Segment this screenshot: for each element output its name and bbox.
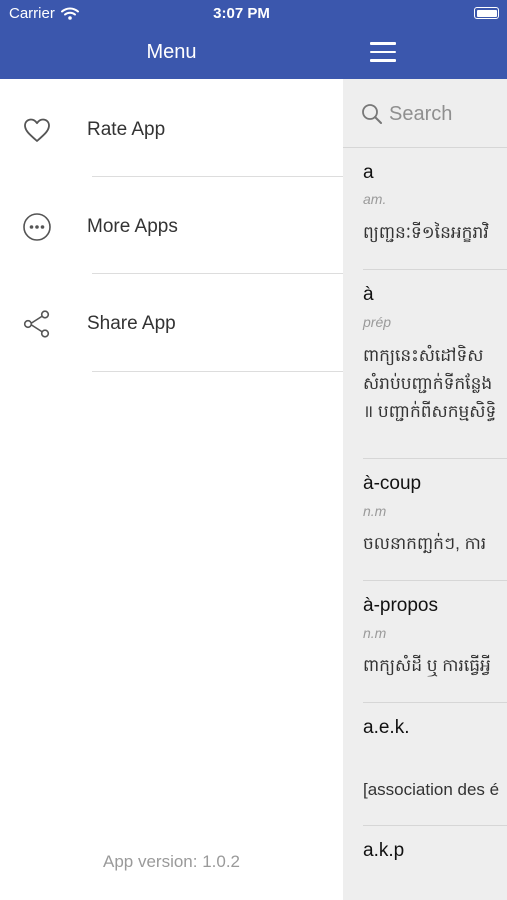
entry-part-of-speech: n.m <box>363 625 387 641</box>
divider <box>92 371 343 372</box>
entry-part-of-speech: am. <box>363 191 387 207</box>
menu-title: Menu <box>146 41 197 63</box>
share-icon <box>23 309 50 338</box>
search-icon <box>362 104 382 124</box>
divider <box>92 176 343 177</box>
search-bar <box>343 79 507 148</box>
heart-icon <box>24 118 50 142</box>
entry-definition: [association des é <box>363 780 500 799</box>
menu-header: Carrier 3:07 PM Menu <box>0 0 343 79</box>
app-version: App version: 1.0.2 <box>102 852 241 871</box>
entry-definition: ពាក្យនេះសំដៅទិស <box>363 346 484 365</box>
entry-definition: ॥ បញ្ជាក់ពីសកម្មសិទ្ធិ <box>363 402 497 421</box>
menu-item-share-app[interactable]: Share App <box>0 275 343 372</box>
entry-word: à-coup <box>363 473 422 494</box>
entry-word: a.e.k. <box>363 717 410 738</box>
entry-part-of-speech: prép <box>363 314 392 330</box>
dictionary-entry[interactable]: à-propos n.m ពាក្យសំដី ឬ ការធ្វើអ្វី <box>343 581 507 702</box>
divider <box>92 273 343 274</box>
dictionary-entry[interactable]: a.k.p <box>343 826 507 900</box>
entry-part-of-speech: n.m <box>363 503 387 519</box>
dictionary-entry[interactable]: à prép ពាក្យនេះសំដៅទិស សំរាប់បញ្ជាក់ទីកន… <box>343 270 507 458</box>
menu-item-rate-app[interactable]: Rate App <box>0 81 343 178</box>
menu-item-label: Share App <box>87 312 176 334</box>
entry-word: a <box>363 162 374 183</box>
dictionary-panel[interactable]: a am. ព្យញ្ជនៈទី១នៃអក្ខរាវិ à prép ពាក្យ… <box>343 0 507 900</box>
battery-icon <box>474 7 499 19</box>
entry-definition: ចលនាកញ្ឆក់ៗ, ការ <box>363 534 487 553</box>
dictionary-header <box>343 0 507 79</box>
entry-definition: ពាក្យសំដី ឬ ការធ្វើអ្វី <box>363 656 491 675</box>
entry-word: à <box>363 284 374 305</box>
hamburger-menu-icon[interactable] <box>370 42 396 62</box>
entry-definition: សំរាប់បញ្ជាក់ទីកន្លែង <box>363 374 493 393</box>
dictionary-entry[interactable]: à-coup n.m ចលនាកញ្ឆក់ៗ, ការ <box>343 459 507 580</box>
status-time: 3:07 PM <box>213 5 270 22</box>
menu-item-label: Rate App <box>87 118 166 140</box>
dictionary-entry[interactable]: a.e.k. [association des é <box>343 703 507 825</box>
dictionary-entry[interactable]: a am. ព្យញ្ជនៈទី១នៃអក្ខរាវិ <box>343 148 507 269</box>
menu-item-label: More Apps <box>87 215 178 237</box>
side-menu: Carrier 3:07 PM Menu Rate App More Apps <box>0 0 343 900</box>
more-horizontal-icon <box>23 212 51 241</box>
menu-item-more-apps[interactable]: More Apps <box>0 178 343 275</box>
entry-word: à-propos <box>363 595 438 616</box>
search-input[interactable] <box>389 100 507 128</box>
entry-word: a.k.p <box>363 840 405 861</box>
entry-definition: ព្យញ្ជនៈទី១នៃអក្ខរាវិ <box>363 223 489 242</box>
